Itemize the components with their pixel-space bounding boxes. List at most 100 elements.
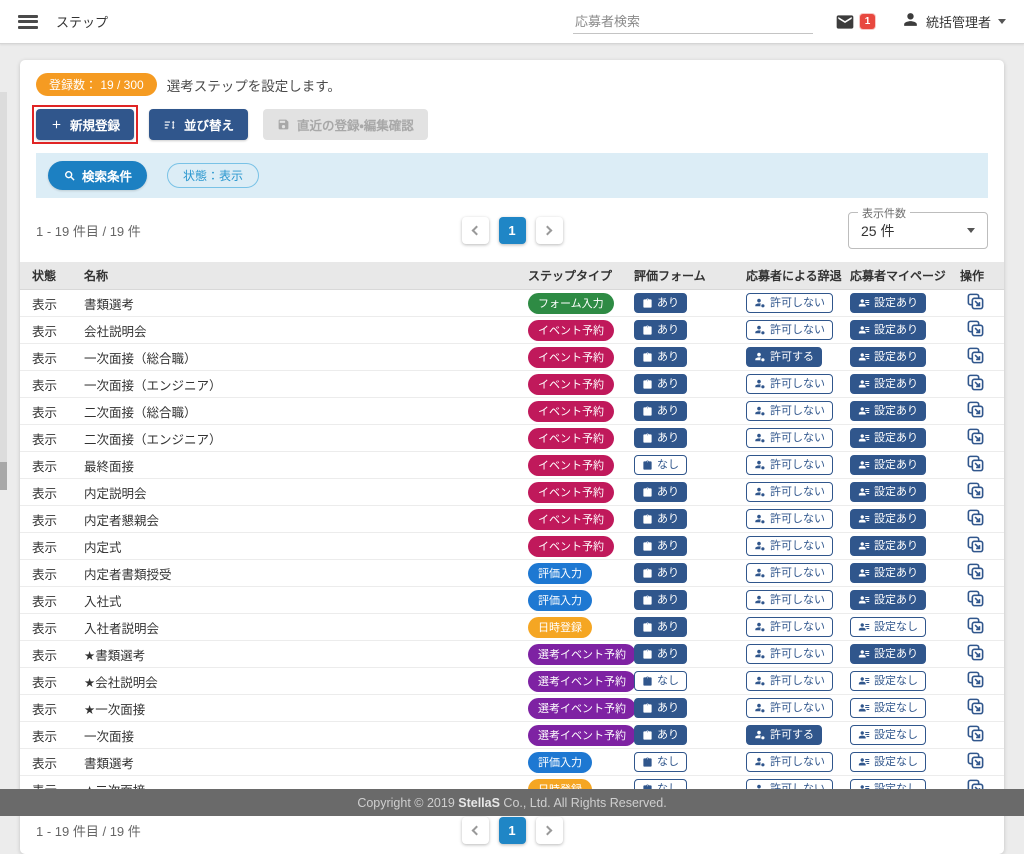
eval-form-badge: あり xyxy=(634,347,687,367)
copy-step-button[interactable] xyxy=(966,751,985,770)
search-conditions-button[interactable]: 検索条件 xyxy=(48,161,147,190)
app-footer: Copyright © 2019 StellaS Co., Ltd. All R… xyxy=(0,789,1024,816)
decline-badge: 許可する xyxy=(746,347,822,367)
copy-icon xyxy=(966,427,985,446)
hamburger-menu-icon[interactable] xyxy=(18,15,38,29)
copy-step-button[interactable] xyxy=(966,643,985,662)
page-size-select[interactable]: 表示件数 25 件 xyxy=(848,212,988,249)
person-decline-icon xyxy=(754,378,766,390)
copy-step-button[interactable] xyxy=(966,670,985,689)
row-status: 表示 xyxy=(20,614,76,641)
mypage-label: 設定なし xyxy=(874,755,918,769)
step-type-pill: 選考イベント予約 xyxy=(528,671,636,692)
prev-page-button[interactable] xyxy=(462,217,489,244)
user-menu[interactable]: 統括管理者 xyxy=(901,10,1006,34)
next-page-button[interactable] xyxy=(536,817,563,844)
copy-icon xyxy=(966,454,985,473)
eval-form-badge: あり xyxy=(634,374,687,394)
row-name: 最終面接 xyxy=(76,452,526,479)
person-list-icon xyxy=(858,567,870,579)
mypage-badge: 設定あり xyxy=(850,293,926,313)
person-list-icon xyxy=(858,378,870,390)
copy-step-button[interactable] xyxy=(966,292,985,311)
person-decline-icon xyxy=(754,729,766,741)
applicant-search-input[interactable] xyxy=(573,10,813,34)
mail-icon[interactable] xyxy=(835,12,855,32)
mypage-label: 設定あり xyxy=(874,323,918,337)
table-row: 表示 ★書類選考 選考イベント予約 あり 許可しない 設定あり xyxy=(20,641,1004,668)
decline-label: 許可しない xyxy=(770,431,825,445)
clipboard-icon xyxy=(642,730,653,741)
prev-page-button[interactable] xyxy=(462,817,489,844)
copy-icon xyxy=(966,319,985,338)
mypage-badge: 設定あり xyxy=(850,590,926,610)
copy-step-button[interactable] xyxy=(966,400,985,419)
row-status: 表示 xyxy=(20,344,76,371)
copy-step-button[interactable] xyxy=(966,535,985,554)
copy-icon xyxy=(966,724,985,743)
status-filter-chip[interactable]: 状態：表示 xyxy=(167,163,259,188)
row-name: 内定式 xyxy=(76,533,526,560)
decline-label: 許可する xyxy=(770,728,814,742)
person-list-icon xyxy=(858,405,870,417)
decline-label: 許可しない xyxy=(770,296,825,310)
plus-icon xyxy=(50,118,63,131)
person-decline-icon xyxy=(754,297,766,309)
copy-step-button[interactable] xyxy=(966,562,985,581)
scrollbar-thumb[interactable] xyxy=(0,462,7,490)
chevron-right-icon xyxy=(543,226,553,236)
left-scrollbar[interactable] xyxy=(0,92,7,490)
row-status: 表示 xyxy=(20,695,76,722)
mypage-label: 設定あり xyxy=(874,296,918,310)
person-list-icon xyxy=(858,756,870,768)
user-icon xyxy=(901,10,920,34)
page-1-button[interactable]: 1 xyxy=(499,817,526,844)
page-1-button[interactable]: 1 xyxy=(499,217,526,244)
mail-count-badge: 1 xyxy=(860,14,875,29)
copy-step-button[interactable] xyxy=(966,508,985,527)
row-name: 内定説明会 xyxy=(76,479,526,506)
save-icon xyxy=(277,118,290,131)
row-status: 表示 xyxy=(20,506,76,533)
new-registration-button[interactable]: 新規登録 xyxy=(36,109,134,140)
table-row: 表示 会社説明会 イベント予約 あり 許可しない 設定あり xyxy=(20,317,1004,344)
copy-step-button[interactable] xyxy=(966,724,985,743)
eval-form-label: あり xyxy=(657,701,679,715)
copy-step-button[interactable] xyxy=(966,427,985,446)
mypage-badge: 設定あり xyxy=(850,509,926,529)
table-row: 表示 内定者書類授受 評価入力 あり 許可しない 設定あり xyxy=(20,560,1004,587)
mypage-badge: 設定あり xyxy=(850,374,926,394)
next-page-button[interactable] xyxy=(536,217,563,244)
copy-step-button[interactable] xyxy=(966,697,985,716)
chevron-down-icon xyxy=(967,228,975,233)
chevron-right-icon xyxy=(543,826,553,836)
eval-form-badge: あり xyxy=(634,509,687,529)
mypage-label: 設定あり xyxy=(874,350,918,364)
row-status: 表示 xyxy=(20,425,76,452)
copy-step-button[interactable] xyxy=(966,346,985,365)
step-type-pill: イベント予約 xyxy=(528,428,614,449)
row-name: 会社説明会 xyxy=(76,317,526,344)
mypage-badge: 設定なし xyxy=(850,725,926,745)
copy-step-button[interactable] xyxy=(966,454,985,473)
eval-form-badge: あり xyxy=(634,644,687,664)
decline-badge: 許可しない xyxy=(746,752,833,772)
copy-step-button[interactable] xyxy=(966,481,985,500)
copy-step-button[interactable] xyxy=(966,616,985,635)
copy-step-button[interactable] xyxy=(966,589,985,608)
decline-label: 許可しない xyxy=(770,647,825,661)
eval-form-badge: なし xyxy=(634,752,687,772)
result-range-text-bottom: 1 - 19 件目 / 19 件 xyxy=(36,821,462,840)
mypage-label: 設定あり xyxy=(874,566,918,580)
decline-label: 許可しない xyxy=(770,539,825,553)
step-type-pill: 評価入力 xyxy=(528,752,592,773)
eval-form-badge: あり xyxy=(634,401,687,421)
reorder-button[interactable]: 並び替え xyxy=(149,109,248,140)
row-status: 表示 xyxy=(20,641,76,668)
eval-form-badge: あり xyxy=(634,536,687,556)
applicant-search-field[interactable] xyxy=(573,10,813,34)
mypage-badge: 設定あり xyxy=(850,428,926,448)
copy-step-button[interactable] xyxy=(966,319,985,338)
copy-step-button[interactable] xyxy=(966,373,985,392)
header-decline: 応募者による辞退 xyxy=(744,262,848,290)
